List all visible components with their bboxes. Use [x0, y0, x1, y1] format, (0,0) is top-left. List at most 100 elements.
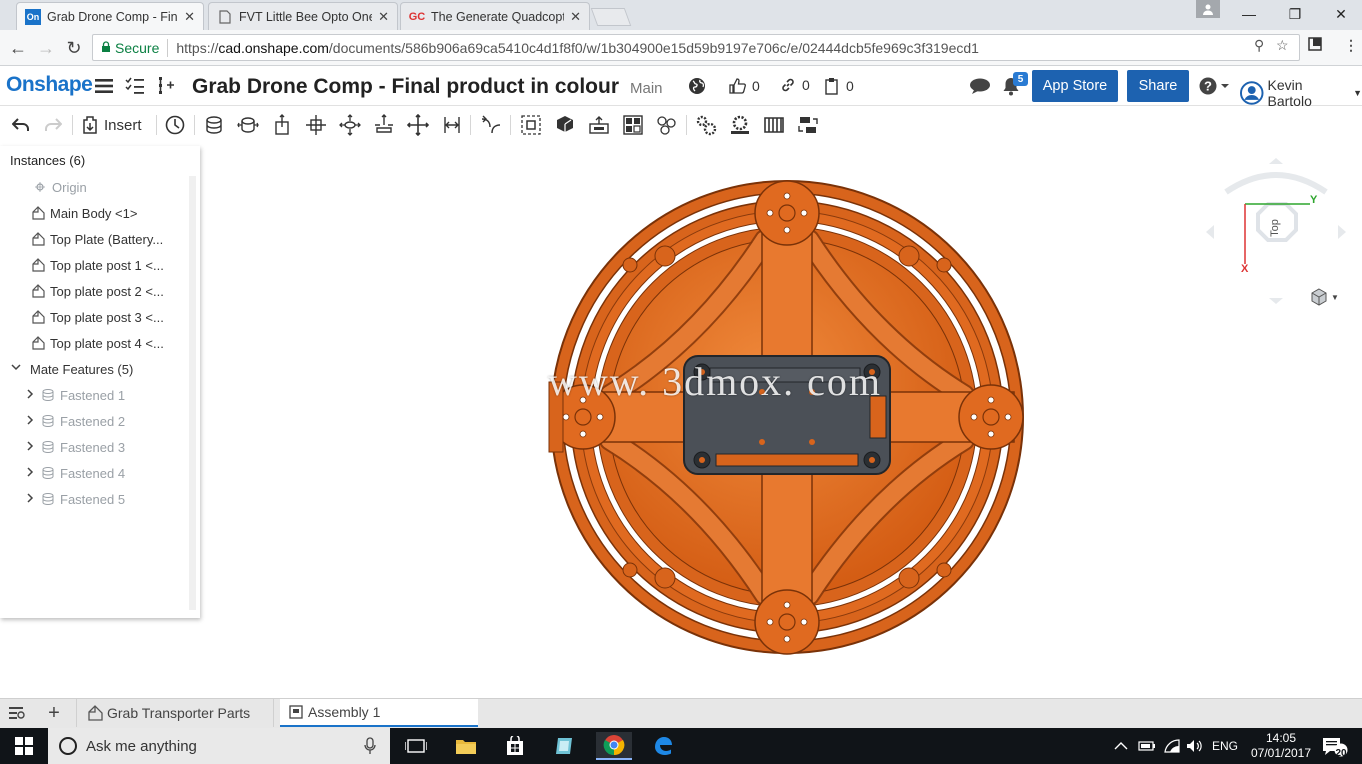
mate-connector-icon[interactable] [552, 112, 578, 138]
battery-icon[interactable] [1138, 728, 1156, 764]
app-tile-icon[interactable] [546, 732, 582, 760]
gear-relation-icon[interactable] [693, 112, 719, 138]
links-counter[interactable]: 0 [780, 77, 810, 93]
tab-manager-icon[interactable] [6, 699, 28, 727]
pin-slot-mate-icon[interactable] [371, 112, 397, 138]
undo-icon[interactable] [8, 112, 34, 138]
instance-item[interactable]: Top plate post 4 <... [30, 332, 164, 354]
back-icon[interactable]: ← [6, 36, 30, 60]
revolute-mate-icon[interactable] [235, 112, 261, 138]
show-hidden-icons[interactable] [1114, 728, 1128, 764]
mate-item[interactable]: Fastened 3 [40, 436, 125, 458]
graphics-viewport[interactable]: Top Y X ▼ [200, 142, 1362, 698]
bookmark-star-icon[interactable]: ☆ [1276, 37, 1289, 54]
microphone-icon[interactable] [364, 737, 376, 755]
collapse-caret-icon[interactable] [10, 361, 22, 376]
instance-item[interactable]: Top Plate (Battery... [30, 228, 163, 250]
expand-caret-icon[interactable] [24, 466, 36, 481]
volume-icon[interactable] [1186, 728, 1204, 764]
expand-caret-icon[interactable] [24, 440, 36, 455]
close-tab-icon[interactable]: ✕ [184, 9, 195, 25]
slider-mate-icon[interactable] [269, 112, 295, 138]
instance-item[interactable]: Top plate post 2 <... [30, 280, 164, 302]
extension-icon[interactable] [1308, 37, 1322, 54]
add-tab-icon[interactable]: + [42, 699, 66, 727]
key-icon[interactable]: ⚲ [1254, 37, 1264, 54]
likes-counter[interactable]: 0 [728, 77, 760, 95]
linear-relation-icon[interactable] [795, 112, 821, 138]
url-field[interactable]: Secure https://cad.onshape.com/documents… [92, 34, 1300, 61]
mate-item[interactable]: Fastened 5 [40, 488, 125, 510]
ball-mate-icon[interactable] [405, 112, 431, 138]
language-indicator[interactable]: ENG [1212, 728, 1238, 764]
view-cube-face-label[interactable]: Top [1269, 219, 1281, 237]
close-tab-icon[interactable]: ✕ [378, 9, 389, 25]
planar-mate-icon[interactable] [303, 112, 329, 138]
cylindrical-mate-icon[interactable] [337, 112, 363, 138]
origin-item[interactable]: Origin [32, 176, 87, 198]
reload-icon[interactable]: ↻ [62, 36, 86, 60]
store-icon[interactable] [497, 732, 533, 760]
chrome-taskbar-icon[interactable] [596, 732, 632, 760]
circular-pattern-icon[interactable] [654, 112, 680, 138]
edge-icon[interactable] [645, 732, 681, 760]
screw-relation-icon[interactable] [761, 112, 787, 138]
task-view-icon[interactable] [398, 732, 434, 760]
browser-tab-onshape[interactable]: On Grab Drone Comp - Fina ✕ [16, 2, 204, 30]
tangent-mate-icon[interactable] [478, 112, 504, 138]
instance-item[interactable]: Top plate post 3 <... [30, 306, 164, 328]
app-store-button[interactable]: App Store [1032, 70, 1118, 102]
mate-features-header[interactable]: Mate Features (5) [30, 358, 133, 380]
restore-icon[interactable]: ❐ [1272, 0, 1318, 28]
fastened-mate-icon[interactable] [201, 112, 227, 138]
chrome-menu-icon[interactable]: ⋮ [1344, 37, 1358, 54]
cortana-search-input[interactable]: Ask me anything [48, 728, 390, 764]
tab-assembly-1[interactable]: Assembly 1 [280, 699, 478, 727]
globe-icon[interactable] [686, 75, 708, 97]
browser-tab-gc[interactable]: GC The Generate Quadcopte ✕ [400, 2, 590, 30]
mate-item[interactable]: Fastened 1 [40, 384, 125, 406]
user-menu[interactable]: Kevin Bartolo ▼ [1240, 77, 1362, 109]
insert-button[interactable]: Insert [82, 112, 142, 138]
mate-item[interactable]: Fastened 4 [40, 462, 125, 484]
rack-pinion-icon[interactable] [727, 112, 753, 138]
mate-item[interactable]: Fastened 2 [40, 410, 125, 432]
instances-list-icon[interactable] [155, 75, 177, 97]
wifi-icon[interactable] [1164, 728, 1180, 764]
expand-caret-icon[interactable] [24, 492, 36, 507]
redo-icon[interactable] [40, 112, 66, 138]
minimize-icon[interactable]: — [1226, 0, 1272, 28]
share-button[interactable]: Share [1127, 70, 1189, 102]
comments-icon[interactable] [969, 75, 991, 97]
help-icon[interactable]: ? [1197, 75, 1231, 97]
forward-icon[interactable]: → [34, 36, 58, 60]
onshape-logo[interactable]: Onshape [6, 73, 93, 97]
history-clock-icon[interactable] [162, 112, 188, 138]
copies-counter[interactable]: 0 [824, 77, 854, 95]
chrome-profile-icon[interactable] [1196, 0, 1220, 18]
group-icon[interactable] [518, 112, 544, 138]
view-options-dropdown[interactable]: ▼ [1310, 288, 1339, 306]
hamburger-menu-icon[interactable] [93, 75, 115, 97]
expand-caret-icon[interactable] [24, 414, 36, 429]
close-tab-icon[interactable]: ✕ [570, 9, 581, 25]
panel-scrollbar[interactable] [189, 176, 196, 610]
feature-list-icon[interactable] [124, 75, 146, 97]
instance-item[interactable]: Top plate post 1 <... [30, 254, 164, 276]
drone-model[interactable] [200, 142, 1362, 698]
new-tab-button[interactable] [590, 8, 632, 26]
branch-label[interactable]: Main [630, 80, 663, 97]
tab-grab-transporter-parts[interactable]: Grab Transporter Parts [76, 699, 274, 727]
document-title[interactable]: Grab Drone Comp - Final product in colou… [192, 75, 619, 99]
instance-item[interactable]: Main Body <1> [30, 202, 137, 224]
windows-start-icon[interactable] [6, 732, 42, 760]
browser-tab-fvt[interactable]: FVT Little Bee Opto One ✕ [208, 2, 398, 30]
linear-pattern-icon[interactable] [620, 112, 646, 138]
clock[interactable]: 14:05 07/01/2017 [1250, 728, 1312, 764]
parallel-mate-icon[interactable] [439, 112, 465, 138]
expand-caret-icon[interactable] [24, 388, 36, 403]
close-window-icon[interactable]: ✕ [1318, 0, 1362, 28]
instances-header[interactable]: Instances (6) [10, 149, 85, 171]
file-explorer-icon[interactable] [448, 732, 484, 760]
replicate-icon[interactable] [586, 112, 612, 138]
